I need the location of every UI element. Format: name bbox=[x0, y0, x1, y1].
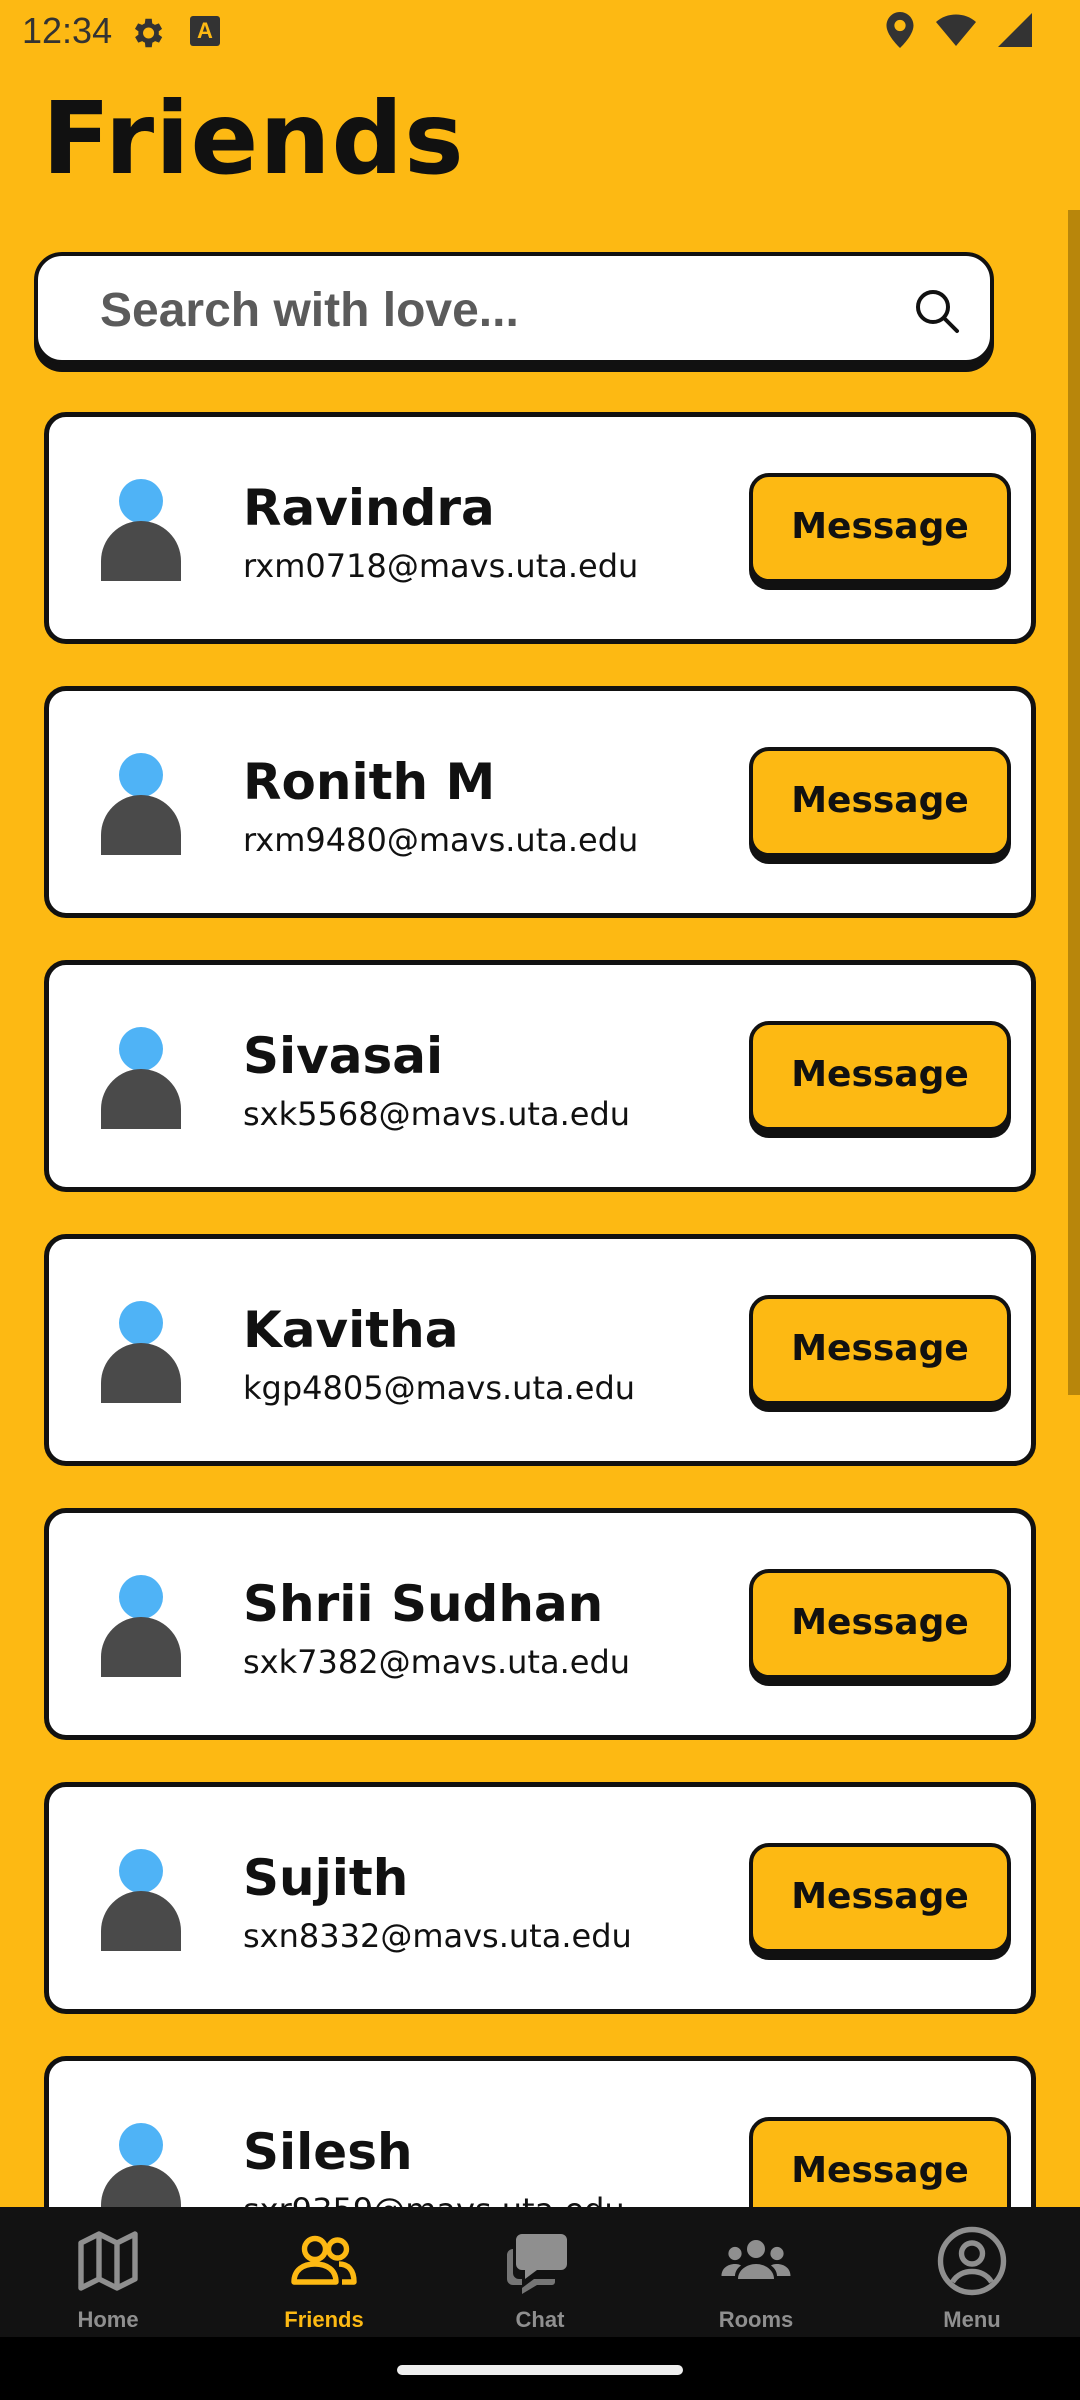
nav-label: Friends bbox=[284, 2307, 364, 2332]
avatar-icon bbox=[101, 1849, 181, 1951]
friend-card: Silesh sxr9359@mavs.uta.edu Message bbox=[44, 2056, 1036, 2207]
status-bar: 12:34 A bbox=[0, 0, 1080, 62]
location-pin-icon bbox=[886, 12, 914, 48]
avatar-icon bbox=[101, 753, 181, 855]
message-button[interactable]: Message bbox=[749, 747, 1011, 857]
bottom-navigation: Home Friends Chat Rooms Menu bbox=[0, 2207, 1080, 2337]
friend-name: Sivasai bbox=[243, 1027, 444, 1085]
people-icon bbox=[291, 2235, 357, 2285]
friend-card: Ronith M rxm9480@mavs.uta.edu Message bbox=[44, 686, 1036, 918]
status-indicators bbox=[886, 12, 1032, 48]
friend-email: sxr9359@mavs.uta.edu bbox=[243, 2191, 625, 2207]
friend-email: rxm9480@mavs.uta.edu bbox=[243, 821, 639, 859]
message-button[interactable]: Message bbox=[749, 473, 1011, 583]
friend-card: Sivasai sxk5568@mavs.uta.edu Message bbox=[44, 960, 1036, 1192]
system-gesture-area bbox=[0, 2337, 1080, 2400]
nav-rooms[interactable]: Rooms bbox=[648, 2207, 864, 2337]
nav-menu[interactable]: Menu bbox=[864, 2207, 1080, 2337]
avatar-icon bbox=[101, 2123, 181, 2207]
scrollbar-thumb[interactable] bbox=[1068, 210, 1080, 1395]
nav-label: Menu bbox=[943, 2307, 1001, 2332]
home-gesture-bar[interactable] bbox=[397, 2365, 683, 2375]
cell-signal-icon bbox=[998, 13, 1032, 47]
message-button[interactable]: Message bbox=[749, 1021, 1011, 1131]
friend-name: Ronith M bbox=[243, 753, 496, 811]
nav-friends[interactable]: Friends bbox=[216, 2207, 432, 2337]
friend-name: Kavitha bbox=[243, 1301, 459, 1359]
account-circle-icon bbox=[937, 2226, 1007, 2296]
message-button[interactable]: Message bbox=[749, 1843, 1011, 1953]
avatar-icon bbox=[101, 1575, 181, 1677]
friend-email: sxk5568@mavs.uta.edu bbox=[243, 1095, 631, 1133]
friend-card: Ravindra rxm0718@mavs.uta.edu Message bbox=[44, 412, 1036, 644]
friend-name: Shrii Sudhan bbox=[243, 1575, 604, 1633]
avatar-icon bbox=[101, 1027, 181, 1129]
friend-email: kgp4805@mavs.uta.edu bbox=[243, 1369, 636, 1407]
friend-email: rxm0718@mavs.uta.edu bbox=[243, 547, 639, 585]
friend-email: sxn8332@mavs.uta.edu bbox=[243, 1917, 632, 1955]
page-title: Friends bbox=[42, 80, 465, 197]
search-bar[interactable] bbox=[34, 252, 994, 364]
search-input[interactable] bbox=[98, 274, 882, 346]
status-time: 12:34 bbox=[22, 10, 113, 51]
friend-card: Shrii Sudhan sxk7382@mavs.uta.edu Messag… bbox=[44, 1508, 1036, 1740]
nav-home[interactable]: Home bbox=[0, 2207, 216, 2337]
chat-icon bbox=[507, 2234, 567, 2294]
nav-label: Rooms bbox=[718, 2307, 794, 2332]
settings-gear-icon bbox=[134, 18, 163, 48]
friend-card: Kavitha kgp4805@mavs.uta.edu Message bbox=[44, 1234, 1036, 1466]
friend-name: Silesh bbox=[243, 2123, 413, 2181]
friend-email: sxk7382@mavs.uta.edu bbox=[243, 1643, 631, 1681]
wifi-icon bbox=[936, 14, 976, 46]
friend-name: Sujith bbox=[243, 1849, 409, 1907]
message-button[interactable]: Message bbox=[749, 1295, 1011, 1405]
message-button[interactable]: Message bbox=[749, 1569, 1011, 1679]
friend-name: Ravindra bbox=[243, 479, 495, 537]
group-icon bbox=[721, 2240, 791, 2279]
avatar-icon bbox=[101, 479, 181, 581]
nav-label: Chat bbox=[515, 2307, 565, 2332]
friends-list: Ravindra rxm0718@mavs.uta.edu Message Ro… bbox=[44, 412, 1036, 2207]
friend-card: Sujith sxn8332@mavs.uta.edu Message bbox=[44, 1782, 1036, 2014]
nav-label: Home bbox=[77, 2307, 139, 2332]
avatar-icon bbox=[101, 1301, 181, 1403]
search-icon[interactable] bbox=[912, 286, 962, 336]
message-button[interactable]: Message bbox=[749, 2117, 1011, 2207]
nav-chat[interactable]: Chat bbox=[432, 2207, 648, 2337]
keyboard-a-icon: A bbox=[190, 16, 220, 46]
map-icon bbox=[78, 2231, 138, 2291]
